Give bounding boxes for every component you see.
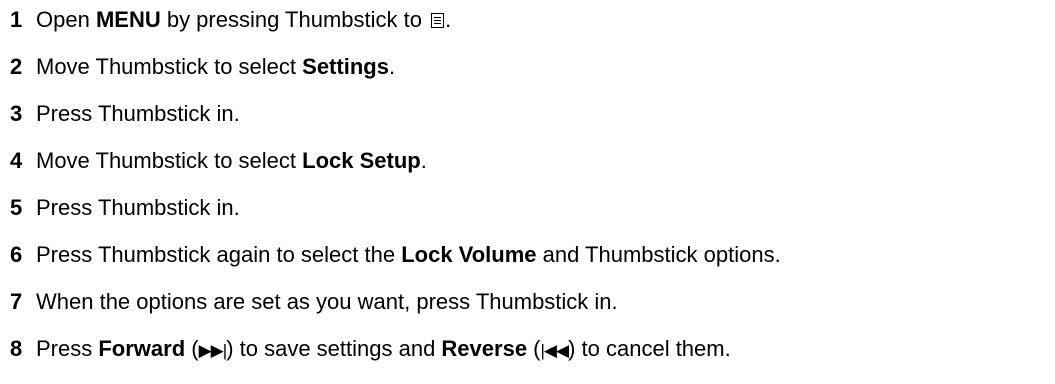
forward-keyword: Forward — [98, 336, 186, 361]
step-text: Move Thumbstick to select Settings. — [36, 54, 396, 79]
menu-keyword: MENU — [95, 7, 161, 32]
step-4: 4 Move Thumbstick to select Lock Setup. — [0, 143, 427, 179]
step-8: 8 Press Forward (▶▶|) to save settings a… — [0, 331, 731, 367]
step-number: 1 — [10, 7, 23, 32]
step-3: 3 Press Thumbstick in. — [0, 96, 240, 132]
forward-icon: ▶▶| — [198, 341, 228, 360]
step-text: Press Thumbstick in. — [36, 101, 240, 126]
reverse-keyword: Reverse — [441, 336, 528, 361]
step-text: Open MENU by pressing Thumbstick to . — [36, 7, 452, 32]
step-number: 2 — [10, 54, 23, 79]
lock-setup-keyword: Lock Setup — [302, 148, 421, 173]
step-6: 6 Press Thumbstick again to select the L… — [0, 237, 781, 273]
step-text: Move Thumbstick to select Lock Setup. — [36, 148, 427, 173]
step-number: 5 — [10, 195, 23, 220]
step-1: 1 Open MENU by pressing Thumbstick to . — [0, 2, 451, 38]
step-7: 7 When the options are set as you want, … — [0, 284, 618, 320]
step-5: 5 Press Thumbstick in. — [0, 190, 240, 226]
step-text: Press Thumbstick again to select the Loc… — [36, 242, 781, 267]
step-number: 6 — [10, 242, 23, 267]
reverse-icon: |◀◀ — [540, 341, 570, 360]
step-number: 7 — [10, 289, 23, 314]
step-number: 3 — [10, 101, 23, 126]
step-number: 4 — [10, 148, 23, 173]
menu-icon — [431, 13, 445, 28]
step-2: 2 Move Thumbstick to select Settings. — [0, 49, 395, 85]
lock-volume-keyword: Lock Volume — [401, 242, 537, 267]
step-number: 8 — [10, 336, 23, 361]
step-text: When the options are set as you want, pr… — [36, 289, 618, 314]
settings-keyword: Settings — [302, 54, 389, 79]
step-text: Press Thumbstick in. — [36, 195, 240, 220]
step-text: Press Forward (▶▶|) to save settings and… — [36, 336, 731, 361]
instruction-steps: 1 Open MENU by pressing Thumbstick to . … — [0, 0, 1055, 384]
